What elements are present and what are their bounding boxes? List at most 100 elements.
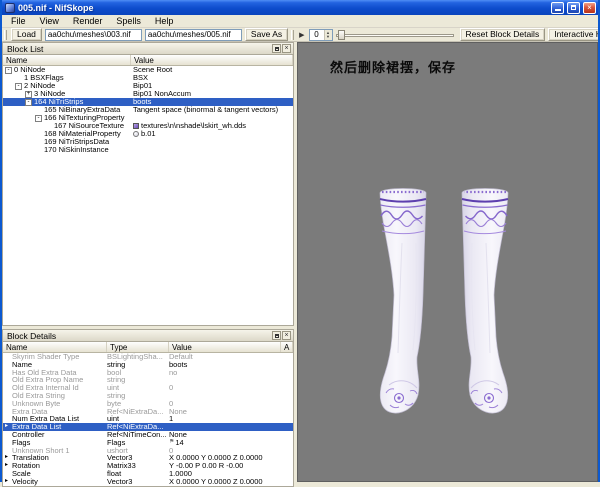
block-list-header: Block List × <box>3 43 293 55</box>
block-details-row[interactable]: Unknown Bytebyte0 <box>3 400 293 408</box>
block-name: 164 NiTriStrips <box>34 98 83 106</box>
block-details-row[interactable]: Has Old Extra Databoolno <box>3 369 293 377</box>
block-details-column-type[interactable]: Type <box>107 342 169 352</box>
block-details-row[interactable]: Old Extra Prop Namestring <box>3 376 293 384</box>
block-list-row[interactable]: 170 NiSkinInstance <box>3 146 293 154</box>
frame-spinner[interactable]: 0 ▲ ▼ <box>309 29 333 41</box>
menu-item-help[interactable]: Help <box>148 16 181 26</box>
app-icon <box>5 3 15 13</box>
interactive-help-button[interactable]: Interactive H <box>548 28 598 41</box>
expand-arrow-icon[interactable]: ▸ <box>5 423 12 431</box>
field-value: 14 <box>175 439 183 447</box>
expand-icon[interactable]: + <box>25 91 32 98</box>
block-details-header: Block Details × <box>3 330 293 342</box>
field-name: Old Extra Prop Name <box>12 376 83 384</box>
block-name: 167 NiSourceTexture <box>54 122 124 130</box>
play-icon[interactable]: ▶ <box>298 31 305 39</box>
dock-close-button[interactable]: × <box>282 331 291 340</box>
block-details-column-name[interactable]: Name <box>3 342 107 352</box>
block-details-row[interactable]: Scalefloat1.0000 <box>3 470 293 478</box>
block-name: 165 NiBinaryExtraData <box>44 106 120 114</box>
block-details-column-value[interactable]: Value <box>169 342 281 352</box>
block-details-column-a[interactable]: A <box>281 342 293 352</box>
block-value: Bip01 <box>133 82 152 90</box>
spin-down-icon[interactable]: ▼ <box>326 35 330 39</box>
minimize-icon <box>555 9 561 11</box>
close-icon: × <box>587 4 592 12</box>
block-details-row[interactable]: Old Extra Internal Iduint0 <box>3 384 293 392</box>
block-details-row[interactable]: Namestringboots <box>3 361 293 369</box>
block-list-row[interactable]: 168 NiMaterialPropertyb.01 <box>3 130 293 138</box>
menu-item-spells[interactable]: Spells <box>109 16 148 26</box>
menu-item-file[interactable]: File <box>4 16 33 26</box>
block-details-row[interactable]: Old Extra Stringstring <box>3 392 293 400</box>
block-details-row[interactable]: ▸TranslationVector3X 0.0000 Y 0.0000 Z 0… <box>3 454 293 462</box>
save-path-field[interactable] <box>145 29 242 41</box>
toolbar-grip[interactable] <box>4 30 7 40</box>
block-details-row[interactable]: FlagsFlags⚑14 <box>3 439 293 447</box>
collapse-icon[interactable]: - <box>5 67 12 74</box>
timeline-slider[interactable] <box>336 30 454 40</box>
block-details-row[interactable]: ▸Extra Data ListRef<NiExtraDa... <box>3 423 293 431</box>
block-list-row[interactable]: 1 BSXFlagsBSX <box>3 74 293 82</box>
render-viewport[interactable]: 然后删除裙摆，保存 <box>297 42 598 482</box>
block-list-row[interactable]: 165 NiBinaryExtraDataTangent space (bino… <box>3 106 293 114</box>
block-name: 2 NiNode <box>24 82 55 90</box>
field-value: X 0.0000 Y 0.0000 Z 0.0000 <box>169 454 263 462</box>
toolbar-grip[interactable] <box>291 30 294 40</box>
dock-close-button[interactable]: × <box>282 44 291 53</box>
collapse-icon[interactable]: - <box>25 99 32 106</box>
block-details-dock: Block Details × NameTypeValueA Skyrim Sh… <box>2 329 294 487</box>
menu-item-render[interactable]: Render <box>66 16 110 26</box>
block-name: 166 NiTexturingProperty <box>44 114 124 122</box>
block-name: 170 NiSkinInstance <box>44 146 109 154</box>
block-details-title: Block Details <box>7 331 271 341</box>
field-value: None <box>169 431 187 439</box>
field-name: Unknown Short 1 <box>12 447 70 455</box>
field-value: 0 <box>169 400 173 408</box>
minimize-button[interactable] <box>551 2 564 14</box>
close-button[interactable]: × <box>583 2 596 14</box>
texture-icon <box>133 123 139 129</box>
maximize-button[interactable] <box>567 2 580 14</box>
field-name: Old Extra String <box>12 392 65 400</box>
block-details-row[interactable]: Num Extra Data Listuint1 <box>3 415 293 423</box>
block-list-row[interactable]: -164 NiTriStripsboots <box>3 98 293 106</box>
block-list-column-value[interactable]: Value <box>131 55 293 65</box>
main-toolbar: Load Save As ▶ 0 ▲ ▼ Reset Block Details… <box>2 28 598 42</box>
block-list-row[interactable]: 167 NiSourceTexture textures\n\nshade\lsk… <box>3 122 293 130</box>
menu-item-view[interactable]: View <box>33 16 66 26</box>
expand-arrow-icon[interactable]: ▸ <box>5 462 12 470</box>
block-value: textures\n\nshade\lskirt_wh.dds <box>141 122 246 130</box>
collapse-icon[interactable]: - <box>35 115 42 122</box>
save-as-button[interactable]: Save As <box>245 28 288 41</box>
dock-float-button[interactable] <box>272 331 281 340</box>
block-details-row[interactable]: Extra DataRef<NiExtraDa...None <box>3 408 293 416</box>
block-details-row[interactable]: ControllerRef<NiTimeCon...None <box>3 431 293 439</box>
dock-float-button[interactable] <box>272 44 281 53</box>
block-list-row[interactable]: 169 NiTriStripsData <box>3 138 293 146</box>
load-button[interactable]: Load <box>11 28 42 41</box>
block-details-row[interactable]: Skyrim Shader TypeBSLightingSha...Defaul… <box>3 353 293 361</box>
slider-handle[interactable] <box>338 30 345 40</box>
block-value: BSX <box>133 74 148 82</box>
block-list-row[interactable]: -166 NiTexturingProperty <box>3 114 293 122</box>
slider-track <box>336 34 454 37</box>
block-list-row[interactable]: -2 NiNode Bip01 <box>3 82 293 90</box>
block-list-row[interactable]: -0 NiNodeScene Root <box>3 66 293 74</box>
field-name: Controller <box>12 431 45 439</box>
block-value: Scene Root <box>133 66 172 74</box>
field-name: Old Extra Internal Id <box>12 384 79 392</box>
load-path-field[interactable] <box>45 29 142 41</box>
block-list-column-name[interactable]: Name <box>3 55 131 65</box>
block-details-row[interactable]: ▸RotationMatrix33Y -0.00 P 0.00 R -0.00 <box>3 462 293 470</box>
block-name: 169 NiTriStripsData <box>44 138 109 146</box>
field-name: Flags <box>12 439 30 447</box>
reset-block-details-button[interactable]: Reset Block Details <box>460 28 546 41</box>
block-details-row[interactable]: Unknown Short 1ushort0 <box>3 447 293 455</box>
collapse-icon[interactable]: - <box>15 83 22 90</box>
float-icon <box>275 47 279 51</box>
spinner-arrows-icon[interactable]: ▲ ▼ <box>324 30 332 40</box>
block-list-row[interactable]: +3 NiNodeBip01 NonAccum <box>3 90 293 98</box>
expand-arrow-icon[interactable]: ▸ <box>5 454 12 462</box>
